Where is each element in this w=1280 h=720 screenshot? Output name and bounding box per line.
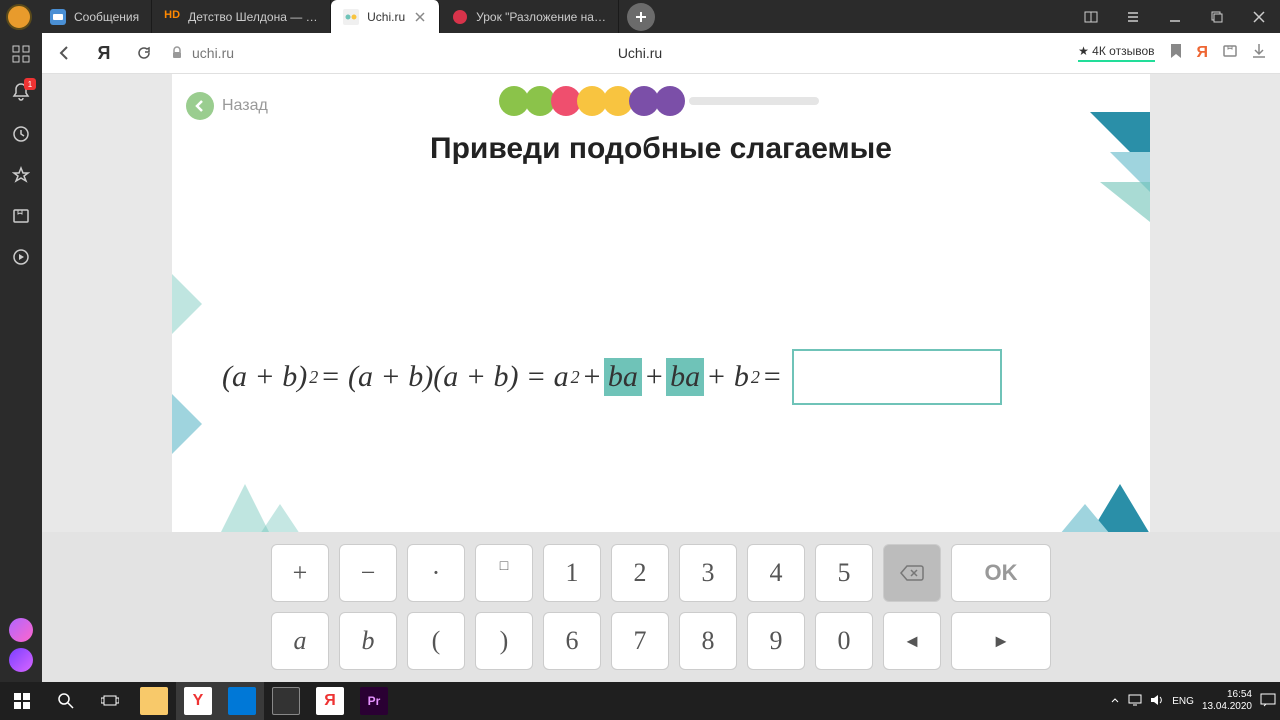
taskbar-app-yandex[interactable]: Y [176, 682, 220, 720]
backspace-icon [900, 564, 924, 582]
key-plus[interactable]: + [271, 544, 329, 602]
site-icon [452, 9, 468, 25]
lesson-title: Приведи подобные слагаемые [172, 132, 1150, 166]
decoration-icon [220, 484, 300, 534]
alisa-icon-1[interactable] [9, 618, 33, 642]
highlighted-term: ba [666, 358, 704, 396]
panel-button[interactable] [1070, 0, 1112, 33]
answer-input[interactable] [792, 349, 1002, 405]
key-2[interactable]: 2 [611, 544, 669, 602]
key-left[interactable]: ◄ [883, 612, 941, 670]
collections-icon[interactable] [1222, 43, 1238, 64]
page-content: Назад Приведи подобные слагаемые (a + b)… [42, 74, 1280, 682]
key-minus[interactable]: − [339, 544, 397, 602]
tableau-button[interactable] [0, 33, 42, 74]
taskbar-app-edge[interactable] [220, 682, 264, 720]
progress-indicator [503, 86, 819, 116]
minimize-button[interactable] [1154, 0, 1196, 33]
tab-lesson[interactable]: Урок "Разложение на мн [440, 0, 619, 33]
hd-icon: HD [164, 9, 180, 25]
key-8[interactable]: 8 [679, 612, 737, 670]
new-tab-button[interactable] [627, 3, 655, 31]
decoration-icon [172, 274, 212, 474]
key-rparen[interactable]: ) [475, 612, 533, 670]
plus-icon [634, 10, 648, 24]
equation: (a + b)2 = (a + b)(a + b) = a2 + ba + ba… [222, 349, 1110, 405]
collections-side-icon[interactable] [12, 207, 30, 230]
chat-icon [50, 9, 66, 25]
maximize-button[interactable] [1196, 0, 1238, 33]
uchi-icon [343, 9, 359, 25]
close-window-button[interactable] [1238, 0, 1280, 33]
tab-sheldon[interactable]: HD Детство Шелдона — смот [152, 0, 331, 33]
key-right[interactable]: ► [951, 612, 1051, 670]
menu-button[interactable] [1112, 0, 1154, 33]
key-power[interactable]: □ [475, 544, 533, 602]
taskview-button[interactable] [88, 682, 132, 720]
lesson-card: Назад Приведи подобные слагаемые (a + b)… [172, 74, 1150, 534]
progress-bar [689, 97, 819, 105]
taskbar-app-explorer[interactable] [132, 682, 176, 720]
taskbar-app-premiere[interactable]: Pr [352, 682, 396, 720]
tab-uchi[interactable]: Uchi.ru [331, 0, 440, 33]
key-9[interactable]: 9 [747, 612, 805, 670]
reload-button[interactable] [130, 39, 158, 67]
history-icon[interactable] [12, 125, 30, 148]
tray-clock[interactable]: 16:54 13.04.2020 [1202, 689, 1252, 713]
close-tab-icon[interactable] [413, 10, 427, 24]
decoration-icon [1060, 474, 1150, 534]
key-0[interactable]: 0 [815, 612, 873, 670]
key-1[interactable]: 1 [543, 544, 601, 602]
key-b[interactable]: b [339, 612, 397, 670]
key-5[interactable]: 5 [815, 544, 873, 602]
browser-sidebar: 1 [0, 74, 42, 682]
decoration-icon [1050, 112, 1150, 222]
key-dot[interactable]: · [407, 544, 465, 602]
chevron-left-icon [186, 92, 214, 120]
key-6[interactable]: 6 [543, 612, 601, 670]
bookmarks-icon[interactable] [12, 166, 30, 189]
yandex-button[interactable]: Я [90, 39, 118, 67]
key-4[interactable]: 4 [747, 544, 805, 602]
taskbar: Y Я Pr ENG 16:54 13.04.2020 [0, 682, 1280, 720]
lock-icon [170, 46, 184, 60]
key-3[interactable]: 3 [679, 544, 737, 602]
tray-language[interactable]: ENG [1172, 696, 1194, 707]
progress-dot [655, 86, 685, 116]
tray-notifications-icon[interactable] [1260, 693, 1276, 710]
start-button[interactable] [0, 682, 44, 720]
key-lparen[interactable]: ( [407, 612, 465, 670]
url-field[interactable]: uchi.ru [170, 45, 234, 61]
address-bar: Я uchi.ru Uchi.ru ★ 4К отзывов Я [0, 33, 1280, 74]
back-nav-button[interactable] [50, 39, 78, 67]
virtual-keyboard: + − · □ a b ( ) 1 2 3 4 5 6 7 [42, 532, 1280, 682]
highlighted-term: ba [604, 358, 642, 396]
key-ok[interactable]: OK [951, 544, 1051, 602]
taskbar-app-yandex2[interactable]: Я [308, 682, 352, 720]
titlebar: Сообщения HD Детство Шелдона — смот Uchi… [0, 0, 1280, 33]
tray-volume-icon[interactable] [1150, 694, 1164, 709]
search-button[interactable] [44, 682, 88, 720]
lesson-back-button[interactable]: Назад [186, 92, 268, 120]
window-controls [1070, 0, 1280, 33]
tray-chevron-icon[interactable] [1110, 695, 1120, 708]
app-icon [0, 0, 38, 33]
bookmark-icon[interactable] [1169, 43, 1183, 64]
alisa-icon-2[interactable] [9, 648, 33, 672]
download-icon[interactable] [1252, 43, 1266, 64]
tab-messages[interactable]: Сообщения [38, 0, 152, 33]
page-heading: Uchi.ru [618, 45, 662, 61]
tray-network-icon[interactable] [1128, 694, 1142, 709]
yandex-ext-icon[interactable]: Я [1197, 44, 1209, 62]
play-icon[interactable] [12, 248, 30, 271]
browser-tabs: Сообщения HD Детство Шелдона — смот Uchi… [38, 0, 1070, 33]
key-backspace[interactable] [883, 544, 941, 602]
key-7[interactable]: 7 [611, 612, 669, 670]
key-a[interactable]: a [271, 612, 329, 670]
notifications-icon[interactable]: 1 [12, 82, 30, 107]
taskbar-app-store[interactable] [264, 682, 308, 720]
rating-link[interactable]: ★ 4К отзывов [1078, 44, 1154, 62]
